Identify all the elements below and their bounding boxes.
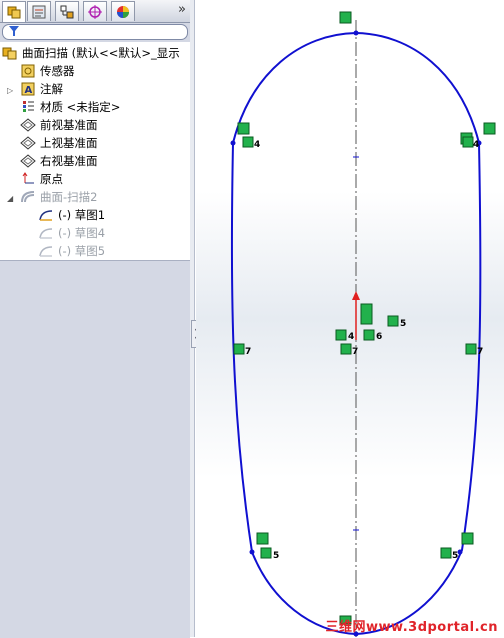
sketch-point[interactable] [230, 140, 236, 146]
tree-item-label: 右视基准面 [40, 154, 98, 168]
relation-symbols [233, 11, 496, 625]
equal-relation-icon[interactable] [242, 136, 254, 148]
display-manager-icon [117, 5, 129, 18]
equal-relation-icon[interactable] [335, 329, 347, 341]
sensors-icon [20, 63, 36, 79]
tree-item-label: 原点 [40, 172, 63, 186]
tab-dimxpert[interactable] [83, 1, 107, 21]
collapse-arrow-icon[interactable]: ◢ [7, 194, 13, 203]
tree-item-origin[interactable]: 原点 [20, 170, 63, 188]
tree-child-label: (-) 草图1 [58, 208, 106, 222]
tree-item-label: 前视基准面 [40, 118, 98, 132]
relation-number: 4 [348, 332, 354, 342]
graphics-area[interactable]: 4 4 4 6 5 7 7 7 5 5 三维网www.3dportal.cn [196, 0, 504, 637]
manager-tab-bar: » [0, 0, 190, 23]
feature-tree-filter[interactable] [2, 24, 188, 40]
relation-number: 5 [400, 319, 406, 329]
tree-child-sketch4[interactable]: (-) 草图4 [38, 224, 105, 242]
sketch-icon [38, 207, 54, 223]
equal-relation-icon[interactable] [465, 343, 477, 355]
more-tabs-chevron-icon[interactable]: » [178, 2, 186, 17]
vertical-relation-icon[interactable] [339, 11, 352, 24]
equal-relation-icon[interactable] [462, 136, 474, 148]
annotations-icon: A [20, 81, 36, 97]
expand-arrow-icon[interactable]: ▷ [7, 86, 13, 95]
tree-item-sweep-surface[interactable]: 曲面-扫描2 [20, 188, 97, 206]
relation-number: 6 [376, 332, 382, 342]
part-icon [2, 45, 18, 61]
tree-item-label: 注解 [40, 82, 63, 96]
equal-relation-icon[interactable] [260, 547, 272, 559]
relation-number: 5 [452, 551, 458, 561]
tree-item-label: 曲面-扫描2 [40, 190, 98, 204]
equal-relation-icon[interactable] [340, 343, 352, 355]
relation-number: 7 [352, 347, 358, 357]
relation-number: 5 [273, 551, 279, 561]
equal-relation-icon[interactable] [233, 343, 245, 355]
sketch-icon [38, 225, 54, 241]
tree-item-label: 传感器 [40, 64, 75, 78]
dimxpert-icon [88, 4, 102, 19]
plane-icon [20, 117, 36, 133]
sketch-icon [38, 243, 54, 259]
tree-child-sketch5[interactable]: (-) 草图5 [38, 242, 105, 260]
sketch-point[interactable] [353, 30, 359, 36]
tree-root-part[interactable]: 曲面扫描 (默认<<默认>_显示 [2, 44, 180, 62]
relation-number: 4 [473, 140, 479, 150]
tab-property-manager[interactable] [27, 1, 51, 21]
panel-splitter[interactable] [190, 0, 195, 637]
plane-icon [20, 153, 36, 169]
relation-number: 7 [245, 347, 251, 357]
tree-root-label: 曲面扫描 (默认<<默认>_显示 [22, 46, 180, 60]
tree-item-label: 材质 <未指定> [40, 100, 121, 114]
tangent-relation-icon[interactable] [256, 532, 269, 545]
equal-relation-icon[interactable] [387, 315, 399, 327]
tangent-relation-icon[interactable] [237, 122, 250, 135]
material-icon [20, 99, 36, 115]
tree-item-material[interactable]: 材质 <未指定> [20, 98, 120, 116]
tree-child-label: (-) 草图5 [58, 244, 106, 258]
coincident-relation-icon[interactable] [360, 303, 373, 325]
tab-display-manager[interactable] [111, 1, 135, 21]
feature-tree: 曲面扫描 (默认<<默认>_显示 ▷ ◢ 传感器 A 注解 材质 <未指定> 前… [0, 42, 190, 260]
filter-icon [9, 26, 19, 36]
configuration-manager-icon [60, 5, 74, 18]
sketch-canvas[interactable]: 4 4 4 6 5 7 7 7 5 5 [196, 0, 504, 637]
feature-manager-icon [7, 6, 21, 19]
tab-configuration-manager[interactable] [55, 1, 79, 21]
origin-icon [20, 171, 36, 187]
equal-relation-icon[interactable] [363, 329, 375, 341]
tree-child-label: (-) 草图4 [58, 226, 106, 240]
tab-feature-manager[interactable] [2, 1, 26, 22]
tree-item-right-plane[interactable]: 右视基准面 [20, 152, 98, 170]
property-manager-icon [32, 5, 46, 18]
tree-item-top-plane[interactable]: 上视基准面 [20, 134, 98, 152]
tree-child-sketch1[interactable]: (-) 草图1 [38, 206, 105, 224]
tree-item-sensors[interactable]: 传感器 [20, 62, 75, 80]
sketch-point[interactable] [249, 549, 255, 555]
tree-item-label: 上视基准面 [40, 136, 98, 150]
tree-item-annotations[interactable]: A 注解 [20, 80, 63, 98]
equal-relation-icon[interactable] [440, 547, 452, 559]
tree-item-front-plane[interactable]: 前视基准面 [20, 116, 98, 134]
origin-arrow-icon [352, 291, 360, 300]
panel-empty-area [0, 260, 190, 638]
tangent-relation-icon[interactable] [483, 122, 496, 135]
relation-number: 7 [477, 347, 483, 357]
svg-text:A: A [25, 85, 33, 96]
feature-manager-panel: » 曲面扫描 (默认<<默认>_显示 ▷ ◢ 传感器 A 注解 材质 <未指定>… [0, 0, 191, 638]
tangent-relation-icon[interactable] [461, 532, 474, 545]
relation-number: 4 [254, 140, 260, 150]
sweep-surface-icon [20, 189, 36, 205]
plane-icon [20, 135, 36, 151]
watermark-text: 三维网www.3dportal.cn [325, 620, 498, 635]
